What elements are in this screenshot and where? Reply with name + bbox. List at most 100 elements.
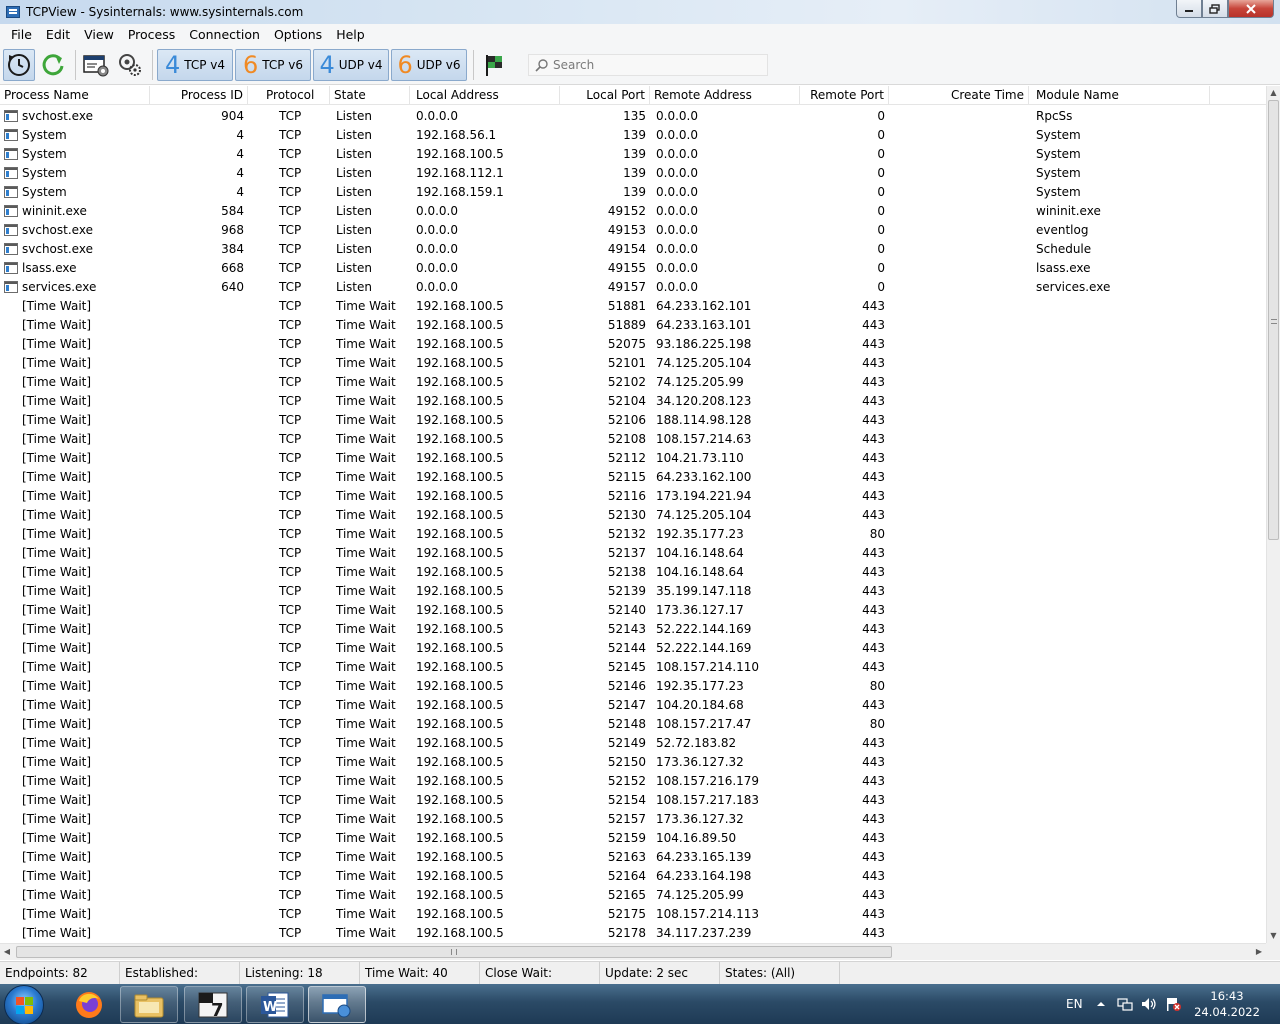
table-row[interactable]: svchost.exe 384 TCP Listen 0.0.0.0 49154 0.0.0…: [0, 240, 1266, 259]
table-row[interactable]: svchost.exe 968 TCP Listen 0.0.0.0 49153 0.0.0…: [0, 221, 1266, 240]
close-button[interactable]: [1228, 0, 1274, 18]
table-row[interactable]: [Time Wait] TCP Time Wait 192.168.100.5 5214…: [0, 677, 1266, 696]
taskbar-firefox[interactable]: [60, 986, 118, 1023]
menu-file[interactable]: File: [4, 24, 39, 45]
refresh-button[interactable]: [37, 49, 69, 81]
table-row[interactable]: svchost.exe 904 TCP Listen 0.0.0.0 135 0.0.0.0…: [0, 107, 1266, 126]
search-input[interactable]: [553, 58, 753, 72]
table-row[interactable]: System 4 TCP Listen 192.168.159.1 139 0.0.0.0 0…: [0, 183, 1266, 202]
menu-view[interactable]: View: [77, 24, 121, 45]
table-row[interactable]: [Time Wait] TCP Time Wait 192.168.100.5 5213…: [0, 544, 1266, 563]
horizontal-scroll-thumb[interactable]: [16, 946, 892, 958]
column-local-port[interactable]: Local Port: [560, 86, 650, 105]
minimize-button[interactable]: [1176, 0, 1202, 18]
table-row[interactable]: [Time Wait] TCP Time Wait 192.168.100.5 5210…: [0, 354, 1266, 373]
table-row[interactable]: [Time Wait] TCP Time Wait 192.168.100.5 5216…: [0, 886, 1266, 905]
column-remote-address[interactable]: Remote Address: [650, 86, 800, 105]
table-row[interactable]: [Time Wait] TCP Time Wait 192.168.100.5 5213…: [0, 563, 1266, 582]
table-row[interactable]: [Time Wait] TCP Time Wait 192.168.100.5 5214…: [0, 696, 1266, 715]
start-button[interactable]: [4, 985, 44, 1024]
table-row[interactable]: [Time Wait] TCP Time Wait 192.168.100.5 5214…: [0, 715, 1266, 734]
udp-v6-toggle[interactable]: 6 UDP v6: [391, 48, 467, 81]
cell-local-address: 192.168.100.5: [416, 413, 504, 427]
table-row[interactable]: [Time Wait] TCP Time Wait 192.168.100.5 5213…: [0, 506, 1266, 525]
table-row[interactable]: [Time Wait] TCP Time Wait 192.168.100.5 5210…: [0, 411, 1266, 430]
menu-process[interactable]: Process: [121, 24, 182, 45]
table-row[interactable]: [Time Wait] TCP Time Wait 192.168.100.5 5211…: [0, 449, 1266, 468]
table-row[interactable]: [Time Wait] TCP Time Wait 192.168.100.5 5188…: [0, 297, 1266, 316]
table-row[interactable]: [Time Wait] TCP Time Wait 192.168.100.5 5214…: [0, 601, 1266, 620]
maximize-button[interactable]: [1202, 0, 1228, 18]
table-row[interactable]: [Time Wait] TCP Time Wait 192.168.100.5 5217…: [0, 905, 1266, 924]
scroll-right-arrow[interactable]: ▶: [1252, 944, 1266, 960]
show-unconnected-button[interactable]: [478, 49, 510, 81]
column-process-name[interactable]: Process Name: [0, 86, 150, 105]
table-row[interactable]: [Time Wait] TCP Time Wait 192.168.100.5 5215…: [0, 810, 1266, 829]
scroll-left-arrow[interactable]: ◀: [0, 944, 14, 960]
vertical-scrollbar[interactable]: ▲ ▼: [1266, 86, 1280, 943]
udp-v4-toggle[interactable]: 4 UDP v4: [313, 48, 389, 81]
column-module-name[interactable]: Module Name: [1029, 86, 1210, 105]
table-row[interactable]: [Time Wait] TCP Time Wait 192.168.100.5 5214…: [0, 639, 1266, 658]
table-row[interactable]: [Time Wait] TCP Time Wait 192.168.100.5 5210…: [0, 430, 1266, 449]
table-row[interactable]: [Time Wait] TCP Time Wait 192.168.100.5 5216…: [0, 848, 1266, 867]
tray-network[interactable]: [1116, 984, 1134, 1024]
table-row[interactable]: [Time Wait] TCP Time Wait 192.168.100.5 5216…: [0, 867, 1266, 886]
menu-connection[interactable]: Connection: [182, 24, 267, 45]
horizontal-scrollbar[interactable]: ◀ ▶: [0, 943, 1266, 960]
title-bar[interactable]: TCPView - Sysinternals: www.sysinternals…: [0, 0, 1280, 24]
table-row[interactable]: System 4 TCP Listen 192.168.100.5 139 0.0.0.0 0…: [0, 145, 1266, 164]
cell-remote-port: 80: [869, 527, 885, 541]
table-row[interactable]: [Time Wait] TCP Time Wait 192.168.100.5 5215…: [0, 791, 1266, 810]
resolve-addresses-button[interactable]: [80, 49, 112, 81]
scroll-down-arrow[interactable]: ▼: [1267, 929, 1280, 943]
table-row[interactable]: [Time Wait] TCP Time Wait 192.168.100.5 5207…: [0, 335, 1266, 354]
table-row[interactable]: [Time Wait] TCP Time Wait 192.168.100.5 5213…: [0, 582, 1266, 601]
table-row[interactable]: [Time Wait] TCP Time Wait 192.168.100.5 5215…: [0, 829, 1266, 848]
table-row[interactable]: [Time Wait] TCP Time Wait 192.168.100.5 5210…: [0, 373, 1266, 392]
menu-edit[interactable]: Edit: [39, 24, 77, 45]
show-hidden-icons-button[interactable]: [1096, 984, 1106, 1024]
table-row[interactable]: services.exe 640 TCP Listen 0.0.0.0 49157 0.0.…: [0, 278, 1266, 297]
language-indicator[interactable]: EN: [1066, 984, 1083, 1024]
table-row[interactable]: [Time Wait] TCP Time Wait 192.168.100.5 5214…: [0, 734, 1266, 753]
column-process-id[interactable]: Process ID: [150, 86, 248, 105]
column-remote-port[interactable]: Remote Port: [800, 86, 889, 105]
table-row[interactable]: [Time Wait] TCP Time Wait 192.168.100.5 5188…: [0, 316, 1266, 335]
menu-help[interactable]: Help: [329, 24, 372, 45]
vertical-scroll-thumb[interactable]: [1268, 100, 1279, 540]
column-local-address[interactable]: Local Address: [410, 86, 560, 105]
table-row[interactable]: [Time Wait] TCP Time Wait 192.168.100.5 5211…: [0, 487, 1266, 506]
search-box[interactable]: [528, 54, 768, 76]
tray-action-center[interactable]: [1164, 984, 1182, 1024]
taskbar-7zip[interactable]: 7: [184, 986, 242, 1023]
pause-refresh-button[interactable]: [3, 48, 35, 81]
taskbar-explorer[interactable]: [120, 986, 178, 1023]
table-row[interactable]: System 4 TCP Listen 192.168.112.1 139 0.0.0.0 0…: [0, 164, 1266, 183]
table-row[interactable]: lsass.exe 668 TCP Listen 0.0.0.0 49155 0.0.0.0…: [0, 259, 1266, 278]
table-row[interactable]: [Time Wait] TCP Time Wait 192.168.100.5 5215…: [0, 753, 1266, 772]
column-state[interactable]: State: [330, 86, 410, 105]
table-row[interactable]: [Time Wait] TCP Time Wait 192.168.100.5 5215…: [0, 772, 1266, 791]
table-row[interactable]: [Time Wait] TCP Time Wait 192.168.100.5 5217…: [0, 924, 1266, 943]
clock[interactable]: 16:43 24.04.2022: [1190, 988, 1264, 1020]
column-protocol[interactable]: Protocol: [248, 86, 330, 105]
settings-button[interactable]: [114, 49, 146, 81]
tcp-v6-toggle[interactable]: 6 TCP v6: [235, 48, 311, 81]
tray-volume[interactable]: [1140, 984, 1158, 1024]
table-row[interactable]: [Time Wait] TCP Time Wait 192.168.100.5 5210…: [0, 392, 1266, 411]
taskbar-word[interactable]: W: [246, 986, 304, 1023]
cell-module-name: [1029, 316, 1210, 335]
folder-icon: [134, 994, 164, 1017]
tcp-v4-toggle[interactable]: 4 TCP v4: [157, 48, 233, 81]
taskbar-tcpview[interactable]: [308, 986, 366, 1023]
table-row[interactable]: wininit.exe 584 TCP Listen 0.0.0.0 49152 0.0.0…: [0, 202, 1266, 221]
column-create-time[interactable]: Create Time: [889, 86, 1029, 105]
menu-options[interactable]: Options: [267, 24, 329, 45]
table-row[interactable]: System 4 TCP Listen 192.168.56.1 139 0.0.0.0 0 S…: [0, 126, 1266, 145]
table-row[interactable]: [Time Wait] TCP Time Wait 192.168.100.5 5214…: [0, 620, 1266, 639]
table-row[interactable]: [Time Wait] TCP Time Wait 192.168.100.5 5211…: [0, 468, 1266, 487]
table-row[interactable]: [Time Wait] TCP Time Wait 192.168.100.5 5213…: [0, 525, 1266, 544]
table-row[interactable]: [Time Wait] TCP Time Wait 192.168.100.5 5214…: [0, 658, 1266, 677]
scroll-up-arrow[interactable]: ▲: [1267, 86, 1280, 100]
